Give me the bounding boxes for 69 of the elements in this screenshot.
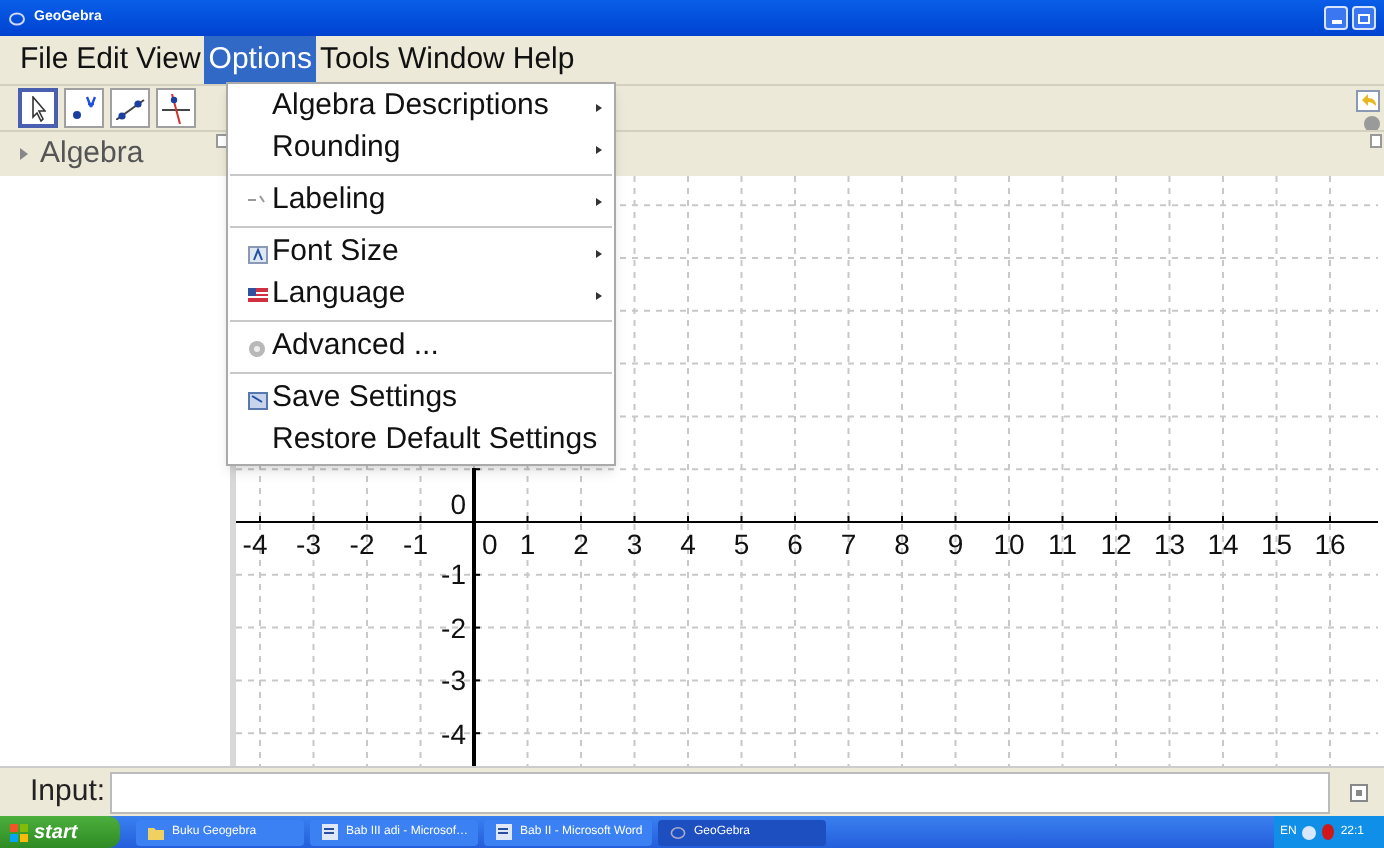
document-icon (322, 824, 338, 840)
axis-label: -4 (242, 530, 268, 558)
axis-label: 5 (733, 530, 750, 558)
axis-label: 1 (519, 530, 536, 558)
axis-label: -3 (296, 530, 321, 558)
menu-item[interactable]: Edit (72, 36, 133, 84)
perpendicular-line-icon (162, 93, 190, 123)
axis-label: 9 (947, 530, 964, 558)
axis-label: -2 (349, 530, 375, 558)
menu-item[interactable]: Window (394, 36, 509, 84)
document-icon (496, 824, 512, 840)
axis-label: -3 (441, 666, 466, 695)
font-size-icon (248, 246, 268, 264)
axis-label: -1 (403, 530, 428, 558)
axis-label: -2 (441, 613, 466, 642)
axis-label: 6 (787, 530, 803, 558)
axis-label: 2 (573, 530, 589, 558)
axis-label: 4 (680, 530, 696, 558)
collapse-triangle-icon[interactable] (20, 148, 28, 160)
app-icon (8, 9, 26, 27)
pointer-icon (31, 95, 45, 121)
windows-logo-icon (10, 823, 28, 841)
axis-label: -1 (441, 560, 466, 589)
save-icon (248, 392, 268, 410)
flag-icon (248, 288, 268, 302)
label-icon (248, 194, 266, 204)
menu-option[interactable]: Advanced ... (228, 326, 614, 368)
point-tool-button[interactable] (64, 88, 104, 128)
menu-item[interactable]: Tools (315, 36, 395, 84)
input-label: Input: (30, 771, 106, 812)
menu-item[interactable]: View (132, 36, 205, 84)
menu-option[interactable]: Labeling (228, 180, 614, 222)
menu-option[interactable]: Save Settings (228, 378, 614, 420)
help-icon[interactable] (1364, 116, 1380, 132)
axis-label: 8 (894, 530, 910, 558)
point-icon (72, 96, 96, 120)
axis-label: 7 (840, 530, 857, 558)
line-segment-icon (115, 97, 145, 119)
view-title: Algebra (40, 133, 144, 174)
axis-label: 13 (1153, 530, 1186, 558)
app-icon (670, 825, 686, 839)
expand-icon[interactable] (1349, 783, 1368, 801)
gear-icon (248, 340, 266, 358)
undo-icon[interactable] (1356, 90, 1380, 112)
menu-item[interactable]: Help (508, 36, 579, 84)
axis-label: 0 (482, 530, 498, 558)
axis-label: 12 (1100, 530, 1132, 558)
restore-button[interactable] (1352, 6, 1376, 30)
axis-label: 16 (1314, 530, 1346, 558)
axis-label: -4 (441, 719, 466, 748)
start-button[interactable]: start (0, 816, 120, 848)
axis-label: 15 (1260, 530, 1293, 558)
axis-label: 10 (993, 530, 1025, 558)
axis-label: 3 (626, 530, 643, 558)
menu-option[interactable]: Restore Default Settings (228, 420, 614, 462)
pointer-tool-button[interactable] (18, 88, 58, 128)
line-tool-button[interactable] (110, 88, 150, 128)
axis-label: 14 (1207, 530, 1239, 558)
axis-label: 0 (450, 490, 466, 518)
menu-item[interactable]: Options (204, 36, 316, 84)
menu-option[interactable]: Rounding (228, 128, 614, 170)
menu-option[interactable]: Font Size (228, 232, 614, 274)
menu-option[interactable]: Language (228, 274, 614, 316)
menu-item[interactable]: File (16, 36, 73, 84)
perpendicular-tool-button[interactable] (156, 88, 196, 128)
folder-icon (148, 825, 164, 839)
view-close-icon[interactable] (1370, 134, 1382, 148)
minimize-button[interactable] (1324, 6, 1348, 30)
axis-label: 11 (1047, 530, 1078, 558)
